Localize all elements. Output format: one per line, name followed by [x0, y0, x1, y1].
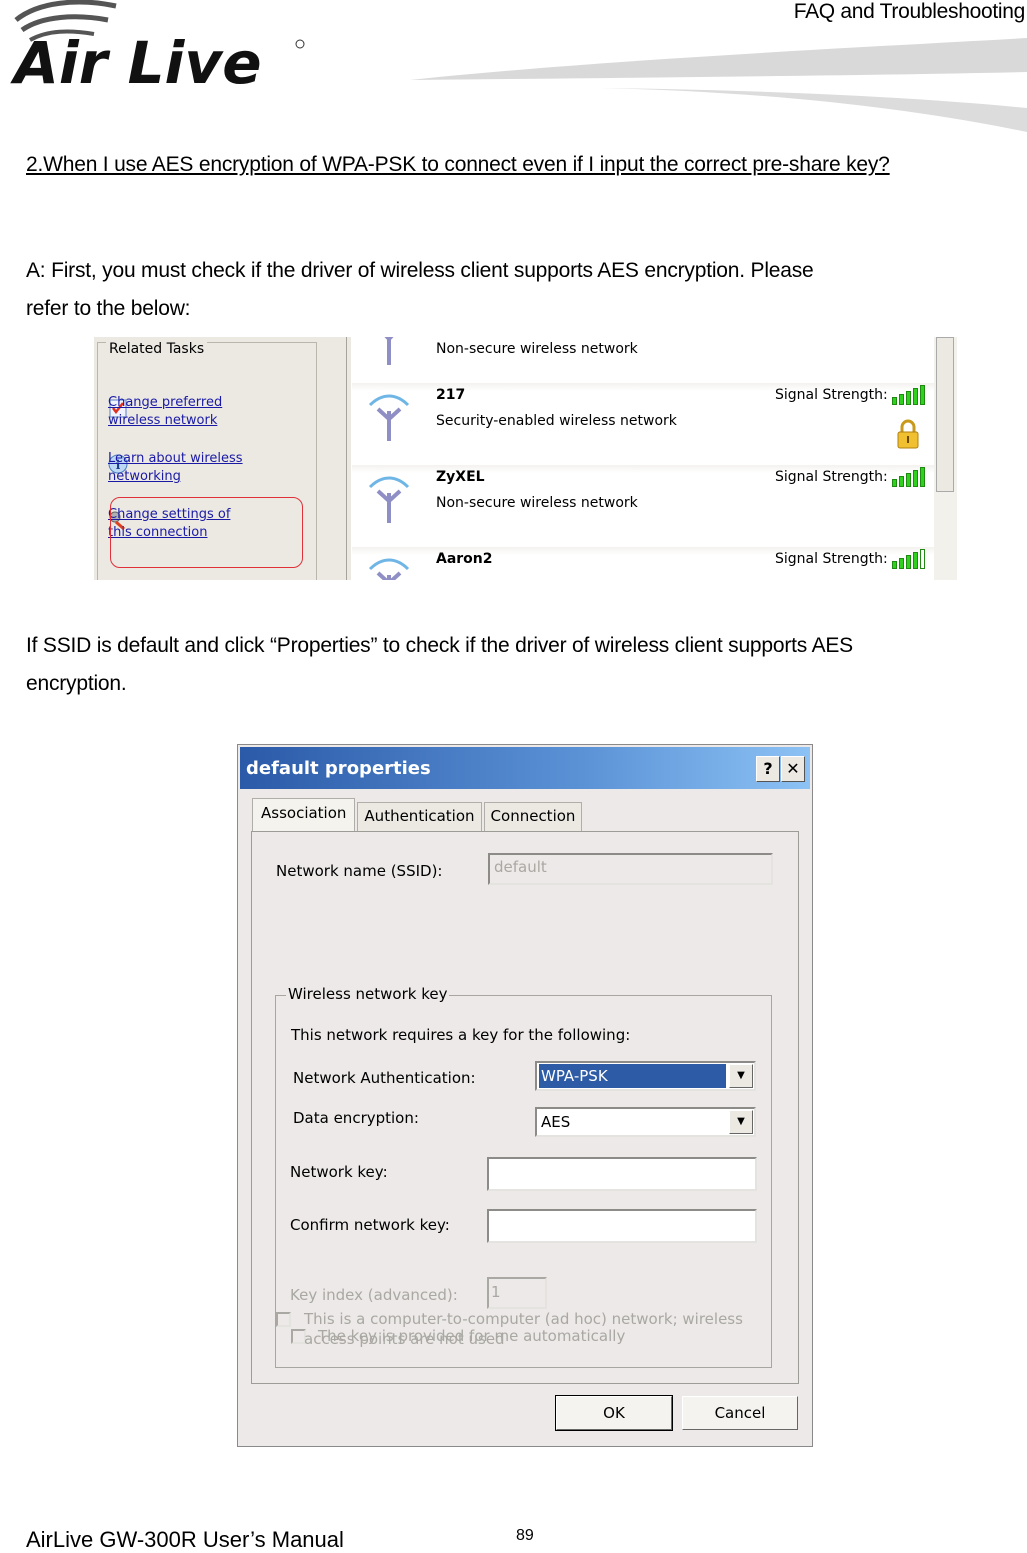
- signal-strength-label: Signal Strength:: [775, 387, 888, 403]
- faq-question: 2.When I use AES encryption of WPA-PSK t…: [26, 153, 890, 176]
- instruction-line-1: If SSID is default and click “Properties…: [26, 634, 853, 657]
- signal-bar: [906, 473, 911, 487]
- task-learn-about[interactable]: i Learn about wireless networking: [108, 450, 243, 484]
- network-item[interactable]: 217 Security-enabled wireless network Si…: [352, 383, 934, 463]
- adhoc-label-line-1: This is a computer-to-computer (ad hoc) …: [304, 1310, 743, 1328]
- signal-bar: [913, 470, 918, 487]
- wireless-network-screenshot: Related Tasks Change preferred wireless …: [94, 337, 957, 580]
- tab-association[interactable]: Association: [252, 798, 356, 831]
- close-button[interactable]: ✕: [781, 756, 805, 782]
- wireless-antenna-icon: [368, 558, 410, 580]
- answer-line-2: refer to the below:: [26, 297, 191, 320]
- key-index-value: 1: [491, 1283, 501, 1301]
- signal-bar: [906, 555, 911, 569]
- dialog-titlebar[interactable]: default properties ? ✕: [240, 747, 810, 789]
- signal-bar: [920, 467, 925, 487]
- properties-dialog: default properties ? ✕ Association Authe…: [237, 744, 813, 1447]
- chevron-down-icon[interactable]: ▼: [729, 1110, 753, 1134]
- adhoc-label-line-2: access points are not used: [304, 1330, 505, 1348]
- network-key-label: Network key:: [290, 1163, 388, 1181]
- network-key-field[interactable]: [487, 1157, 757, 1191]
- network-name: 217: [436, 387, 466, 403]
- airlive-logo: Air Live: [10, 0, 305, 95]
- logo-text: Air Live: [10, 29, 262, 95]
- dialog-tabs: Association Authentication Connection: [252, 798, 584, 831]
- signal-bar: [892, 561, 897, 569]
- signal-bar: [920, 549, 925, 569]
- signal-bar: [892, 479, 897, 487]
- panel-divider: [346, 337, 351, 580]
- data-encryption-select[interactable]: AES ▼: [535, 1107, 756, 1137]
- signal-bar: [892, 397, 897, 405]
- answer-line-1: A: First, you must check if the driver o…: [26, 259, 814, 282]
- network-authentication-select[interactable]: WPA-PSK ▼: [535, 1061, 756, 1091]
- task-change-preferred[interactable]: Change preferred wireless network: [108, 394, 222, 428]
- scrollbar-thumb[interactable]: [936, 337, 954, 492]
- signal-strength-bars: [892, 467, 925, 487]
- signal-bar: [899, 558, 904, 569]
- signal-strength-label: Signal Strength:: [775, 551, 888, 567]
- cancel-button[interactable]: Cancel: [682, 1396, 798, 1430]
- network-name: Aaron2: [436, 551, 493, 567]
- network-list-scrollbar[interactable]: [934, 337, 957, 580]
- lock-icon: [897, 419, 919, 449]
- signal-bar: [899, 476, 904, 487]
- network-description: Non-secure wireless network: [436, 341, 638, 357]
- instruction-line-2: encryption.: [26, 672, 127, 695]
- section-title: FAQ and Troubleshooting: [793, 0, 1026, 23]
- tab-authentication[interactable]: Authentication: [357, 802, 482, 831]
- association-pane: Network name (SSID): default Wireless ne…: [251, 831, 799, 1384]
- wireless-antenna-icon: [368, 394, 410, 441]
- ssid-label: Network name (SSID):: [276, 862, 443, 880]
- network-name: ZyXEL: [436, 469, 485, 485]
- related-tasks-panel: Related Tasks Change preferred wireless …: [94, 337, 346, 580]
- confirm-key-label: Confirm network key:: [290, 1216, 450, 1234]
- network-description: Security-enabled wireless network: [436, 413, 677, 429]
- key-index-label: Key index (advanced):: [290, 1286, 458, 1304]
- manual-title: AirLive GW-300R User’s Manual: [26, 1527, 344, 1552]
- wireless-key-group-title: Wireless network key: [286, 985, 450, 1003]
- network-description: Non-secure wireless network: [436, 495, 638, 511]
- task-label[interactable]: Change preferred wireless network: [108, 394, 248, 430]
- signal-bar: [899, 394, 904, 405]
- related-tasks-title: Related Tasks: [106, 341, 208, 357]
- tab-connection[interactable]: Connection: [483, 802, 583, 831]
- signal-bar: [913, 388, 918, 405]
- requires-key-text: This network requires a key for the foll…: [291, 1026, 631, 1044]
- signal-bar: [913, 552, 918, 569]
- signal-bar: [906, 391, 911, 405]
- dialog-title: default properties: [246, 758, 431, 779]
- signal-strength-bars: [892, 549, 925, 569]
- network-item[interactable]: Aaron2 Signal Strength:: [352, 547, 934, 580]
- signal-strength-bars: [892, 385, 925, 405]
- wireless-antenna-icon: [368, 476, 410, 523]
- ssid-field[interactable]: default: [488, 853, 773, 885]
- data-encryption-label: Data encryption:: [293, 1109, 419, 1127]
- key-index-spinner[interactable]: 1: [487, 1277, 547, 1309]
- ok-button[interactable]: OK: [555, 1395, 673, 1431]
- highlight-annotation: [110, 497, 303, 568]
- task-label[interactable]: Learn about wireless networking: [108, 450, 248, 486]
- signal-strength-label: Signal Strength:: [775, 469, 888, 485]
- adhoc-checkbox[interactable]: [276, 1312, 291, 1327]
- wireless-antenna-icon: [384, 337, 394, 365]
- network-authentication-label: Network Authentication:: [293, 1069, 476, 1087]
- page-number: 89: [516, 1527, 534, 1544]
- signal-bar: [920, 385, 925, 405]
- help-button[interactable]: ?: [756, 756, 780, 782]
- chevron-down-icon[interactable]: ▼: [729, 1064, 753, 1088]
- network-authentication-value: WPA-PSK: [539, 1064, 726, 1088]
- confirm-key-field[interactable]: [487, 1209, 757, 1243]
- data-encryption-value: AES: [541, 1113, 571, 1131]
- network-list: Non-secure wireless network 217 Security…: [352, 337, 934, 580]
- network-item[interactable]: ZyXEL Non-secure wireless network Signal…: [352, 465, 934, 545]
